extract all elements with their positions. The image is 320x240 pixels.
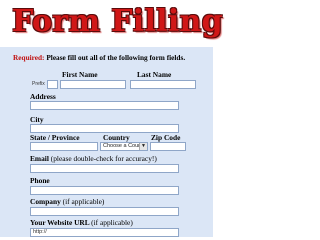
prefix-label: Prefix (32, 81, 45, 87)
page-title: Form Filling (12, 4, 223, 39)
required-text: Please fill out all of the following for… (46, 53, 186, 62)
country-label: Country (103, 133, 130, 142)
city-label: City (30, 115, 44, 124)
website-label-text: Your Website URL (30, 218, 90, 227)
address-field[interactable] (30, 101, 179, 110)
required-label: Required: (13, 53, 45, 62)
address-label: Address (30, 92, 56, 101)
website-field[interactable]: http:// (30, 228, 179, 237)
email-hint: (please double-check for accuracy!) (50, 154, 157, 163)
phone-field[interactable] (30, 186, 179, 195)
chevron-down-icon: ▼ (139, 143, 147, 150)
last-name-label: Last Name (137, 70, 172, 79)
company-hint: (if applicable) (62, 197, 105, 206)
website-label: Your Website URL (if applicable) (30, 218, 133, 227)
country-select[interactable]: Choose a Country ▼ (100, 142, 148, 151)
company-field[interactable] (30, 207, 179, 216)
prefix-field[interactable] (47, 80, 58, 89)
company-label-text: Company (30, 197, 61, 206)
phone-label: Phone (30, 176, 50, 185)
state-label: State / Province (30, 133, 80, 142)
city-field[interactable] (30, 124, 179, 133)
state-field[interactable] (30, 142, 98, 151)
required-notice: Required: Please fill out all of the fol… (13, 53, 211, 63)
zip-label: Zip Code (151, 133, 181, 142)
email-label-text: Email (30, 154, 49, 163)
company-label: Company (if applicable) (30, 197, 104, 206)
last-name-field[interactable] (130, 80, 196, 89)
email-field[interactable] (30, 164, 179, 173)
email-label: Email (please double-check for accuracy!… (30, 154, 157, 163)
zip-field[interactable] (150, 142, 186, 151)
first-name-label: First Name (62, 70, 98, 79)
first-name-field[interactable] (60, 80, 126, 89)
website-hint: (if applicable) (91, 218, 133, 227)
